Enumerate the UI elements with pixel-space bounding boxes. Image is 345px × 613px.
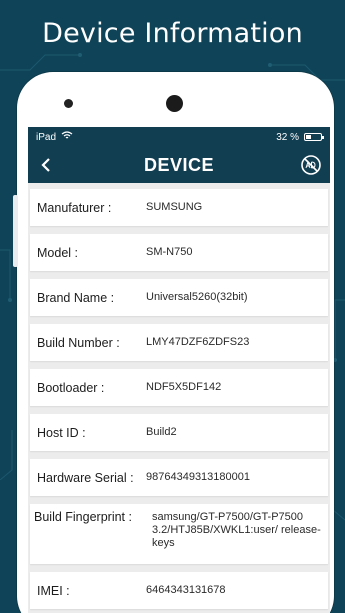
list-item-brand-name: Brand Name : Universal5260(32bit) <box>30 279 328 316</box>
phone-sensor-dot <box>64 99 73 108</box>
list-item-imei: IMEI : 6464343131678 <box>30 572 328 609</box>
list-item-host-id: Host ID : Build2 <box>30 414 328 451</box>
row-label: IMEI : <box>37 583 70 598</box>
row-value: 6464343131678 <box>146 584 226 596</box>
app-bar: DEVICE <box>28 147 330 183</box>
status-bar: iPad 32 % <box>28 127 330 147</box>
row-value: SM-N750 <box>146 246 193 258</box>
list-item-bootloader: Bootloader : NDF5X5DF142 <box>30 369 328 406</box>
phone-camera <box>166 95 183 112</box>
remove-ads-button[interactable] <box>300 154 322 176</box>
phone-screen: iPad 32 % DEVICE Manufaturer : SUMSUNG M… <box>28 127 330 613</box>
wifi-icon <box>61 131 73 143</box>
list-item-manufacturer: Manufaturer : SUMSUNG <box>30 189 328 226</box>
row-label: Model : <box>37 245 78 260</box>
back-button[interactable] <box>36 155 56 175</box>
row-value: Build2 <box>146 426 177 438</box>
row-value: LMY47DZF6ZDFS23 <box>146 336 250 348</box>
device-info-list: Manufaturer : SUMSUNG Model : SM-N750 Br… <box>28 183 330 609</box>
battery-icon <box>304 133 324 141</box>
row-value: 98764349313180001 <box>146 471 251 483</box>
row-label: Manufaturer : <box>37 200 112 215</box>
row-label: Hardware Serial : <box>37 470 134 485</box>
no-ads-icon <box>301 155 321 175</box>
row-label: Build Fingerprint : <box>34 510 132 524</box>
list-item-build-fingerprint: Build Fingerprint : samsung/GT-P7500/GT-… <box>30 504 328 564</box>
row-label: Bootloader : <box>37 380 105 395</box>
row-label: Build Number : <box>37 335 120 350</box>
list-item-hardware-serial: Hardware Serial : 98764349313180001 <box>30 459 328 496</box>
chevron-left-icon <box>41 158 50 172</box>
row-value: Universal5260(32bit) <box>146 291 248 303</box>
row-value: SUMSUNG <box>146 201 203 213</box>
battery-percent: 32 % <box>276 131 299 143</box>
row-value: NDF5X5DF142 <box>146 381 222 393</box>
row-label: Brand Name : <box>37 290 115 305</box>
list-item-build-number: Build Number : LMY47DZF6ZDFS23 <box>30 324 328 361</box>
list-item-model: Model : SM-N750 <box>30 234 328 271</box>
banner-title: Device Information <box>42 18 303 49</box>
row-value: samsung/GT-P7500/GT-P7500 3.2/HTJ85B/XWK… <box>152 511 321 549</box>
carrier-label: iPad <box>36 131 57 143</box>
phone-side-button <box>13 195 18 267</box>
row-label: Host ID : <box>37 425 86 440</box>
page-title: DEVICE <box>143 154 215 175</box>
